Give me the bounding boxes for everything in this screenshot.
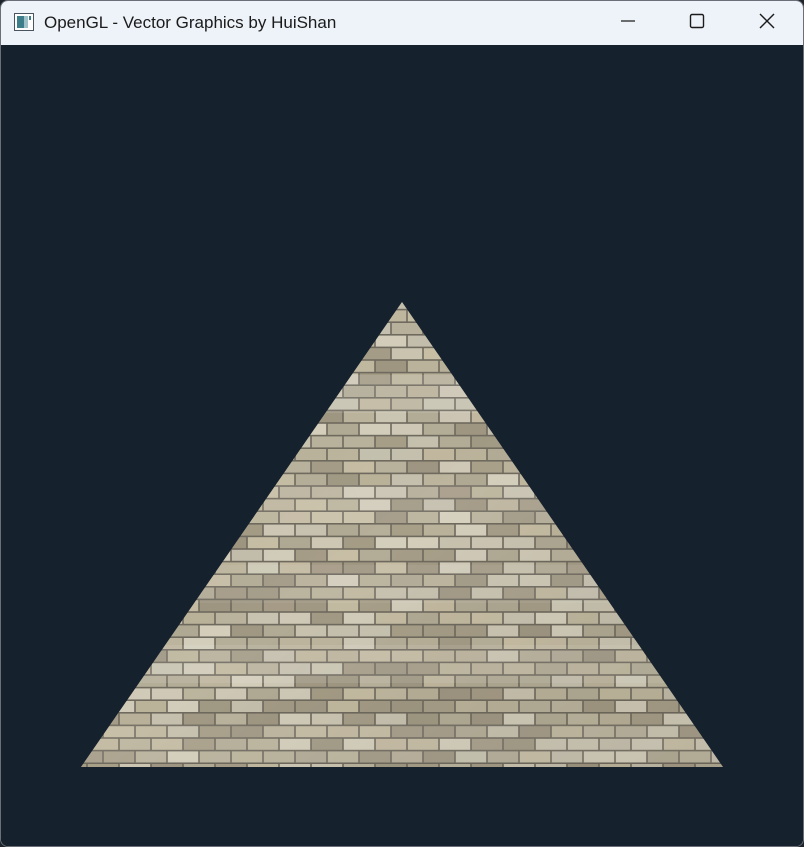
opengl-canvas[interactable]	[1, 45, 803, 846]
app-icon	[14, 13, 34, 31]
window-title: OpenGL - Vector Graphics by HuiShan	[44, 13, 337, 32]
title-bar[interactable]: OpenGL - Vector Graphics by HuiShan	[1, 1, 803, 45]
app-window: OpenGL - Vector Graphics by HuiShan	[0, 0, 804, 847]
maximize-button[interactable]	[664, 1, 730, 45]
render-viewport	[1, 45, 803, 846]
close-icon	[759, 13, 775, 34]
close-button[interactable]	[734, 1, 800, 45]
minimize-icon	[620, 13, 636, 34]
minimize-button[interactable]	[595, 1, 661, 45]
maximize-icon	[689, 13, 705, 34]
